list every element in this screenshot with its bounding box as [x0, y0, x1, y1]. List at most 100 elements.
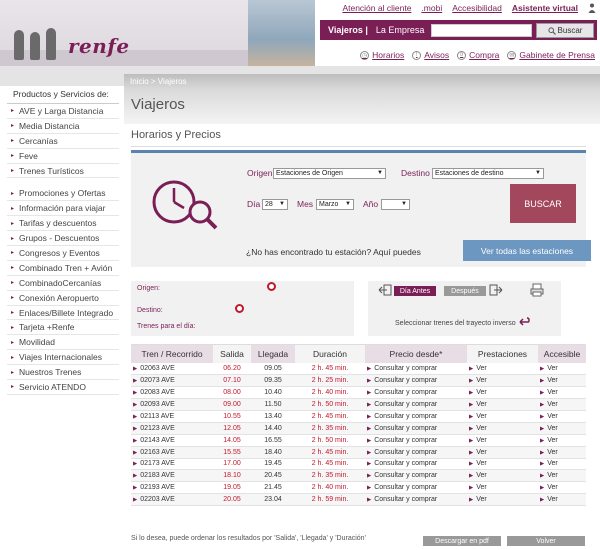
sidebar-item[interactable]: ▸ Tarjeta +Renfe	[7, 320, 119, 336]
cell-tren[interactable]: ▶ 02073 AVE	[131, 374, 213, 387]
cell-accesible[interactable]: ▶ Ver	[538, 458, 586, 471]
sidebar-item[interactable]: ▸ Información para viajar	[7, 201, 119, 217]
sidebar-item[interactable]: ▸ Feve	[7, 149, 119, 164]
cell-prestaciones[interactable]: ▶ Ver	[467, 446, 538, 459]
link-mobi[interactable]: .mobi	[421, 3, 442, 13]
sidebar-item[interactable]: ▸ Tarifas y descuentos	[7, 216, 119, 232]
sidebar-item[interactable]: ▸ Trenes Turísticos	[7, 164, 119, 179]
user-icon[interactable]	[588, 3, 596, 13]
cell-tren[interactable]: ▶ 02123 AVE	[131, 422, 213, 435]
cell-precio[interactable]: ▶ Consultar y comprar	[365, 422, 467, 435]
sidebar-item[interactable]: ▸ Cercanías	[7, 134, 119, 149]
nav-viajeros[interactable]: Viajeros |	[328, 25, 368, 35]
origen-select[interactable]: Estaciones de Origen ▼	[273, 168, 386, 179]
search-input[interactable]	[431, 24, 532, 37]
cell-tren[interactable]: ▶ 02203 AVE	[131, 493, 213, 507]
cell-precio[interactable]: ▶ Consultar y comprar	[365, 446, 467, 459]
cell-tren[interactable]: ▶ 02113 AVE	[131, 410, 213, 423]
breadcrumb[interactable]: Inicio > Viajeros	[130, 77, 187, 86]
cell-precio[interactable]: ▶ Consultar y comprar	[365, 458, 467, 471]
cell-prestaciones[interactable]: ▶ Ver	[467, 493, 538, 507]
cell-accesible[interactable]: ▶ Ver	[538, 493, 586, 507]
link-compra[interactable]: ¤ Compra	[457, 50, 499, 60]
cell-precio[interactable]: ▶ Consultar y comprar	[365, 410, 467, 423]
sidebar-item[interactable]: ▸ Congresos y Eventos	[7, 246, 119, 261]
cell-prestaciones[interactable]: ▶ Ver	[467, 434, 538, 447]
ver-estaciones-button[interactable]: Ver todas las estaciones	[463, 240, 591, 261]
nav-empresa[interactable]: La Empresa	[376, 25, 425, 35]
cell-accesible[interactable]: ▶ Ver	[538, 386, 586, 399]
cell-precio[interactable]: ▶ Consultar y comprar	[365, 374, 467, 387]
dia-antes-button[interactable]: Día Antes	[394, 286, 436, 296]
cell-precio[interactable]: ▶ Consultar y comprar	[365, 493, 467, 507]
link-asistente-virtual[interactable]: Asistente virtual	[512, 3, 578, 13]
renfe-logo[interactable]: renfe	[68, 34, 130, 58]
cell-tren[interactable]: ▶ 02193 AVE	[131, 481, 213, 495]
sidebar-item[interactable]: ▸ Nuestros Trenes	[7, 365, 119, 381]
sidebar-item[interactable]: ▸ Servicio ATENDO	[7, 380, 119, 395]
cell-accesible[interactable]: ▶ Ver	[538, 422, 586, 435]
cell-accesible[interactable]: ▶ Ver	[538, 398, 586, 411]
volver-button[interactable]: Volver	[507, 536, 585, 546]
cell-tren[interactable]: ▶ 02173 AVE	[131, 458, 213, 471]
cell-tren[interactable]: ▶ 02083 AVE	[131, 386, 213, 399]
cell-accesible[interactable]: ▶ Ver	[538, 434, 586, 447]
col-llegada[interactable]: Llegada	[251, 344, 295, 363]
cell-prestaciones[interactable]: ▶ Ver	[467, 481, 538, 495]
cell-accesible[interactable]: ▶ Ver	[538, 374, 586, 387]
cell-tren[interactable]: ▶ 02093 AVE	[131, 398, 213, 411]
cell-prestaciones[interactable]: ▶ Ver	[467, 374, 538, 387]
sidebar-item[interactable]: ▸ Viajes Internacionales	[7, 350, 119, 366]
cell-accesible[interactable]: ▶ Ver	[538, 362, 586, 375]
cell-prestaciones[interactable]: ▶ Ver	[467, 410, 538, 423]
cell-tren[interactable]: ▶ 02143 AVE	[131, 434, 213, 447]
destino-select[interactable]: Estaciones de destino ▼	[432, 168, 544, 179]
link-horarios[interactable]: ◷ Horarios	[360, 50, 404, 60]
sidebar-item[interactable]: ▸ Media Distancia	[7, 119, 119, 134]
sidebar-item[interactable]: ▸ Grupos - Descuentos	[7, 231, 119, 247]
link-accesibilidad[interactable]: Accesibilidad	[452, 3, 502, 13]
descargar-pdf-button[interactable]: Descargar en pdf	[423, 536, 501, 546]
dia-select[interactable]: 28 ▼	[262, 199, 288, 210]
buscar-button[interactable]: BUSCAR	[510, 184, 576, 223]
sidebar-item[interactable]: ▸ Combinado Tren + Avión	[7, 261, 119, 276]
cell-precio[interactable]: ▶ Consultar y comprar	[365, 386, 467, 399]
cell-tren[interactable]: ▶ 02183 AVE	[131, 469, 213, 483]
cell-prestaciones[interactable]: ▶ Ver	[467, 458, 538, 471]
cell-tren[interactable]: ▶ 02063 AVE	[131, 362, 213, 375]
cell-prestaciones[interactable]: ▶ Ver	[467, 469, 538, 483]
reverse-arrow-icon[interactable]	[518, 316, 530, 326]
trayecto-inverso-link[interactable]: Seleccionar trenes del trayecto inverso	[395, 320, 516, 327]
search-button[interactable]: Buscar	[536, 23, 594, 38]
cell-prestaciones[interactable]: ▶ Ver	[467, 362, 538, 375]
cell-precio[interactable]: ▶ Consultar y comprar	[365, 469, 467, 483]
cell-accesible[interactable]: ▶ Ver	[538, 469, 586, 483]
link-avisos[interactable]: ! Avisos	[412, 50, 449, 60]
cell-accesible[interactable]: ▶ Ver	[538, 446, 586, 459]
sidebar-item[interactable]: ▸ Conexión Aeropuerto	[7, 291, 119, 306]
arrow-left-icon[interactable]	[378, 284, 392, 296]
link-prensa[interactable]: ✉ Gabinete de Prensa	[507, 50, 595, 60]
cell-precio[interactable]: ▶ Consultar y comprar	[365, 481, 467, 495]
cell-precio[interactable]: ▶ Consultar y comprar	[365, 362, 467, 375]
sidebar-item[interactable]: ▸ CombinadoCercanías	[7, 276, 119, 291]
link-atencion-cliente[interactable]: Atención al cliente	[342, 3, 411, 13]
sidebar-item[interactable]: ▸ Promociones y Ofertas	[7, 186, 119, 202]
cell-tren[interactable]: ▶ 02163 AVE	[131, 446, 213, 459]
sidebar-item[interactable]: ▸ AVE y Larga Distancia	[7, 104, 119, 119]
print-icon[interactable]	[530, 283, 544, 297]
mes-select[interactable]: Marzo ▼	[316, 199, 354, 210]
cell-prestaciones[interactable]: ▶ Ver	[467, 398, 538, 411]
cell-accesible[interactable]: ▶ Ver	[538, 481, 586, 495]
arrow-right-icon[interactable]	[489, 284, 503, 296]
despues-button[interactable]: Después	[444, 286, 486, 296]
col-salida[interactable]: Salida	[213, 344, 251, 363]
sidebar-item[interactable]: ▸ Enlaces/Billete Integrado	[7, 306, 119, 321]
cell-prestaciones[interactable]: ▶ Ver	[467, 422, 538, 435]
sidebar-item[interactable]: ▸ Movilidad	[7, 335, 119, 351]
col-duracion[interactable]: Duración	[295, 344, 365, 363]
cell-accesible[interactable]: ▶ Ver	[538, 410, 586, 423]
anio-select[interactable]: ▼	[381, 199, 410, 210]
cell-precio[interactable]: ▶ Consultar y comprar	[365, 434, 467, 447]
cell-precio[interactable]: ▶ Consultar y comprar	[365, 398, 467, 411]
